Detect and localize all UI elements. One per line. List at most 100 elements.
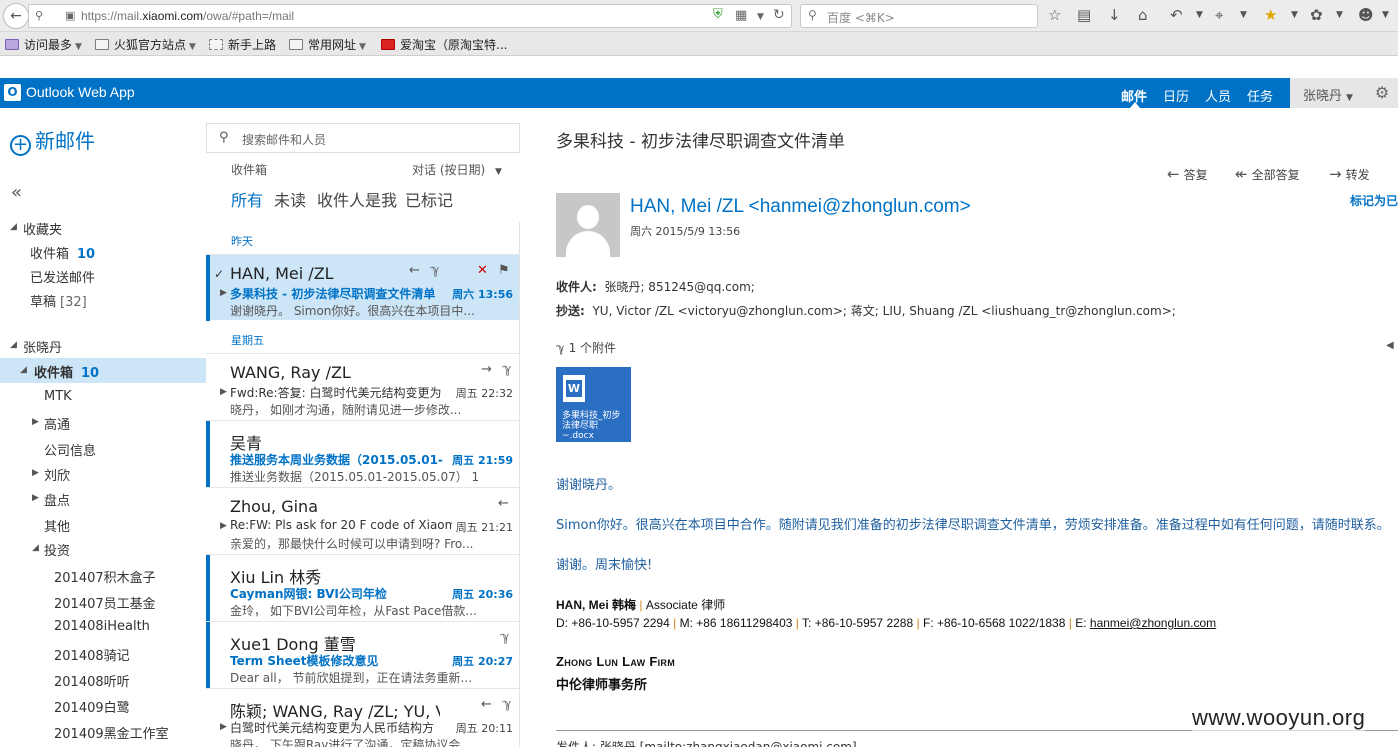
lock-icon: ▣ — [65, 9, 76, 22]
undo-icon[interactable]: ↶ — [1170, 6, 1183, 24]
qr-code-icon[interactable]: ▦ — [735, 8, 747, 23]
chat-icon[interactable]: ☻ — [1358, 6, 1374, 24]
reply-icon: ← — [409, 263, 420, 278]
browser-toolbar: ← ⚲ ▣ https://mail.xiaomi.com/owa/#path=… — [0, 0, 1398, 32]
bookmark-firefox-sites[interactable]: 火狐官方站点 ▼ — [95, 36, 196, 53]
paperclip-icon: ℽ — [502, 697, 512, 712]
favorite-inbox[interactable]: 收件箱 10 — [0, 239, 206, 264]
folder-icon — [95, 39, 109, 50]
folder-company-info[interactable]: 公司信息 — [0, 436, 206, 461]
collapse-pane-icon[interactable]: « — [11, 182, 22, 203]
reading-list-icon[interactable]: ▤ — [1077, 6, 1091, 24]
message-item[interactable]: ✓ HAN, Mei /ZL ← ℽ ✕ ⚑ ▶ 多果科技 - 初步法律尽职调查… — [206, 254, 519, 321]
crop-dropdown-icon[interactable]: ▼ — [1240, 10, 1247, 20]
folder-inventory[interactable]: ▶ 盘点 — [0, 486, 206, 511]
star-icon[interactable]: ☆ — [1048, 6, 1061, 24]
signature-contacts: D: +86-10-5957 2294 | M: +86 18611298403… — [556, 616, 1217, 630]
collapse-arrow-icon[interactable]: ◀ — [1386, 340, 1394, 351]
subfolder-item[interactable]: 201408iHealth — [0, 615, 206, 640]
subfolder-item[interactable]: 201408骑记 — [0, 641, 206, 666]
sender-name[interactable]: HAN, Mei /ZL <hanmei@zhonglun.com> — [630, 196, 971, 218]
filter-all[interactable]: 所有 — [231, 187, 263, 211]
undo-dropdown-icon[interactable]: ▼ — [1196, 10, 1203, 20]
folder-other[interactable]: 其他 — [0, 512, 206, 537]
filter-unread[interactable]: 未读 — [274, 187, 306, 211]
account-header[interactable]: ◢ 张晓丹 — [0, 333, 206, 358]
dropdown-icon[interactable]: ▼ — [757, 12, 764, 22]
menu-dropdown-icon[interactable]: ▼ — [1382, 10, 1389, 20]
crop-icon[interactable]: ⌖ — [1215, 6, 1223, 24]
bookmark-getting-started[interactable]: 新手上路 — [209, 36, 276, 53]
quoted-header: 发件人: 张晓丹 [mailto:zhangxiaodan@xiaomi.com… — [556, 740, 857, 747]
reply-all-button[interactable]: ↞ 全部答复 — [1235, 165, 1300, 183]
to-line: 收件人: 张晓丹; 851245@qq.com; — [556, 280, 755, 294]
favorite-drafts[interactable]: 草稿 [32] — [0, 287, 206, 312]
expand-conversation-icon[interactable]: ▶ — [220, 387, 227, 397]
forward-button[interactable]: → 转发 — [1329, 165, 1370, 183]
expand-conversation-icon[interactable]: ▶ — [220, 722, 227, 732]
message-item[interactable]: Zhou, Gina ← ▶ Re:FW: Pls ask for 20 F c… — [206, 487, 519, 553]
message-list: 昨天 ✓ HAN, Mei /ZL ← ℽ ✕ ⚑ ▶ 多果科技 - 初步法律尽… — [206, 222, 520, 747]
list-folder-name: 收件箱 — [231, 163, 268, 177]
reply-all-icon: ↞ — [1235, 165, 1248, 183]
subfolder-item[interactable]: 201407员工基金 — [0, 589, 206, 614]
user-menu[interactable]: 张晓丹 ▼ — [1290, 78, 1366, 108]
nav-people[interactable]: 人员 — [1205, 86, 1231, 105]
new-mail-button[interactable]: + 新邮件 — [10, 125, 95, 156]
mail-search-input[interactable]: ⚲ 搜索邮件和人员 — [206, 123, 520, 153]
subfolder-item[interactable]: 201408听听 — [0, 667, 206, 692]
sort-dropdown[interactable]: 对话 (按日期) ▼ — [412, 161, 502, 178]
expand-conversation-icon[interactable]: ▶ — [220, 288, 227, 298]
bookmark-common-urls[interactable]: 常用网址 ▼ — [289, 36, 366, 53]
download-icon[interactable]: ↓ — [1108, 6, 1121, 24]
mark-as-unread-link[interactable]: 标记为已 — [1350, 192, 1398, 209]
nav-tasks[interactable]: 任务 — [1247, 86, 1273, 105]
plugin-icon[interactable]: ✿ — [1310, 6, 1323, 24]
filter-to-me[interactable]: 收件人是我 — [317, 187, 397, 211]
plugin-dropdown-icon[interactable]: ▼ — [1336, 10, 1343, 20]
nav-active-indicator — [1130, 102, 1140, 108]
expand-conversation-icon[interactable]: ▶ — [220, 521, 227, 531]
message-item[interactable]: 陈颖; WANG, Ray /ZL; YU, V ← ℽ ▶ 白鹭时代美元结构变… — [206, 688, 519, 747]
message-item[interactable]: 吴青 推送服务本周业务数据（2015.05.01- 周五 21:59 推送业务数… — [206, 420, 519, 487]
folder-liuxin[interactable]: ▶ 刘欣 — [0, 461, 206, 486]
folder-investment[interactable]: ◢ 投资 — [0, 536, 206, 561]
reply-button[interactable]: ← 答复 — [1167, 165, 1208, 183]
bookmark-taobao[interactable]: 爱淘宝（原淘宝特... — [381, 36, 507, 53]
paperclip-icon: ℽ — [500, 630, 510, 645]
favorite-sent[interactable]: 已发送邮件 — [0, 263, 206, 288]
reload-icon[interactable]: ↻ — [773, 7, 785, 23]
shield-icon[interactable]: ⛨ — [713, 7, 723, 22]
subfolder-item[interactable]: 201407积木盒子 — [0, 563, 206, 588]
gear-icon[interactable]: ⚙ — [1366, 78, 1398, 108]
folder-inbox[interactable]: ◢ 收件箱 10 — [0, 358, 206, 383]
folder-qualcomm[interactable]: ▶ 高通 — [0, 410, 206, 435]
bookmark-most-visited[interactable]: 访问最多 ▼ — [5, 36, 82, 53]
sent-date: 周六 2015/5/9 13:56 — [630, 225, 741, 238]
message-item[interactable]: Xue1 Dong 董雪 ℽ Term Sheet模板修改意见 周五 20:27… — [206, 621, 519, 688]
addon-dropdown-icon[interactable]: ▼ — [1291, 10, 1298, 20]
browser-search[interactable]: ⚲ 百度 <⌘K> — [800, 4, 1038, 28]
favorites-header[interactable]: ◢ 收藏夹 — [0, 215, 206, 240]
attachment-tile[interactable]: W 多果科技_初步法律尽职~.docx — [556, 367, 631, 442]
home-icon[interactable]: ⌂ — [1138, 6, 1148, 24]
forward-icon: → — [481, 362, 492, 377]
owa-header: O Outlook Web App 邮件 日历 人员 任务 张晓丹 ▼ ⚙ — [0, 78, 1398, 108]
back-button[interactable]: ← — [3, 3, 29, 29]
firm-name-chinese: 中伦律师事务所 — [556, 677, 648, 692]
subfolder-item[interactable]: 201409白鹭 — [0, 693, 206, 718]
check-icon[interactable]: ✓ — [214, 267, 224, 281]
favorite-addon-icon[interactable]: ★ — [1264, 6, 1277, 24]
message-item[interactable]: Xiu Lin 林秀 Cayman网银: BVI公司年检 周五 20:36 金玲… — [206, 554, 519, 621]
subfolder-item[interactable]: 201409黑金工作室 — [0, 719, 206, 744]
nav-calendar[interactable]: 日历 — [1163, 86, 1189, 105]
bookmarks-bar: 访问最多 ▼ 火狐官方站点 ▼ 新手上路 常用网址 ▼ 爱淘宝（原淘宝特... — [0, 32, 1398, 56]
address-bar[interactable]: ⚲ ▣ https://mail.xiaomi.com/owa/#path=/m… — [28, 4, 792, 28]
signature-email-link[interactable]: hanmei@zhonglun.com — [1090, 616, 1216, 630]
filter-flagged[interactable]: 已标记 — [405, 187, 453, 211]
message-item[interactable]: WANG, Ray /ZL → ℽ ▶ Fwd:Re:答复: 白鹭时代美元结构变… — [206, 353, 519, 419]
folder-mtk[interactable]: MTK — [0, 385, 206, 410]
reply-icon: ← — [498, 496, 509, 511]
flag-icon[interactable]: ⚑ — [498, 263, 510, 278]
delete-icon[interactable]: ✕ — [477, 263, 488, 278]
